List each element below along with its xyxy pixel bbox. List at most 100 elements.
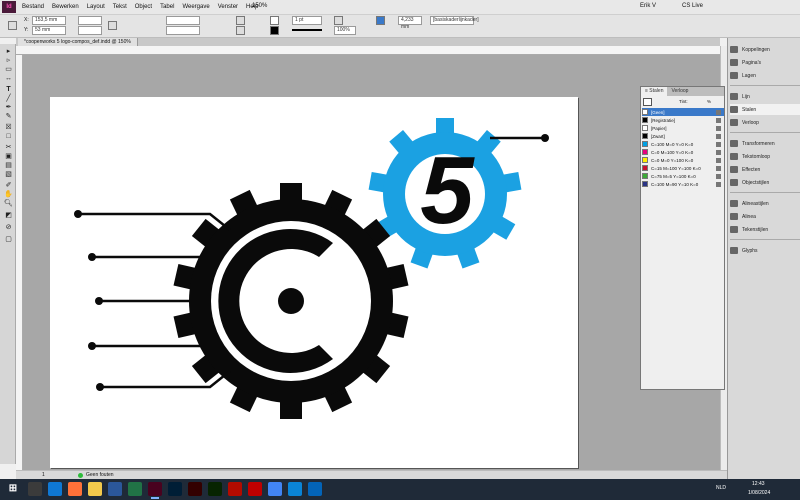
opacity-field[interactable]: 100% (334, 26, 356, 35)
logo-artwork[interactable]: 5 (50, 97, 578, 468)
gradient-tool-icon[interactable]: ▤ (4, 162, 13, 170)
word-app-icon[interactable] (108, 482, 122, 496)
dock-item-tekenstijlen[interactable]: Tekenstijlen (730, 224, 800, 235)
y-position-field[interactable]: 53 mm (32, 26, 66, 35)
input-language[interactable]: NLD (716, 485, 726, 491)
indesign-app-icon[interactable] (148, 482, 162, 499)
pencil-tool-icon[interactable]: ✎ (4, 113, 13, 121)
stroke-type-selector[interactable] (292, 29, 322, 31)
dock-item-objectstijlen[interactable]: Objectstijlen (730, 177, 800, 188)
gap-tool-icon[interactable]: ↔ (4, 75, 13, 83)
menu-layout[interactable]: Layout (87, 4, 105, 10)
constrain-proportions-icon[interactable] (108, 21, 117, 30)
scissors-tool-icon[interactable]: ✂ (4, 144, 13, 152)
pen-tool-icon[interactable]: ✒ (4, 104, 13, 112)
stroke-weight-field[interactable]: 1 pt (292, 16, 322, 25)
apply-none-icon[interactable]: ⊘ (4, 224, 13, 232)
dock-item-alineastijlen[interactable]: Alineastijlen (730, 198, 800, 209)
fill-swatch-icon[interactable] (270, 16, 279, 25)
swatch-row[interactable]: [Zwart] (642, 132, 724, 140)
horizontal-ruler[interactable] (16, 46, 720, 55)
selection-tool-icon[interactable]: ▸ (4, 48, 13, 56)
tab-stalen[interactable]: ≡ Stalen (641, 87, 668, 96)
dock-item-lagen[interactable]: Lagen (730, 70, 800, 81)
rectangle-frame-tool-icon[interactable]: ☒ (4, 124, 13, 132)
dreamweaver-app-icon[interactable] (208, 482, 222, 496)
x-position-field[interactable]: 153,5 mm (32, 16, 66, 25)
direct-selection-tool-icon[interactable]: ▹ (4, 57, 13, 65)
tint-value[interactable]: % (707, 99, 711, 104)
chrome-app-icon[interactable] (268, 482, 282, 496)
free-transform-tool-icon[interactable]: ▣ (4, 153, 13, 161)
dock-item-stalen[interactable]: Stalen (730, 104, 800, 115)
line-tool-icon[interactable]: ╱ (4, 95, 13, 103)
scale-x-field[interactable] (166, 16, 200, 25)
document-tab[interactable]: *coopenworks 5 logo-compos_def.indd @ 15… (18, 38, 138, 46)
eyedropper-tool-icon[interactable]: ✐ (4, 182, 13, 190)
swatch-row[interactable]: [Registratie] (642, 116, 724, 124)
filezilla-app-icon[interactable] (248, 482, 262, 496)
window-controls[interactable] (752, 1, 796, 13)
acrobat-app-icon[interactable] (228, 482, 242, 496)
search-app-icon[interactable] (28, 482, 42, 496)
flip-vertical-icon[interactable] (236, 26, 245, 35)
user-menu[interactable]: Erik V (640, 3, 656, 9)
stroke-swatch-icon[interactable] (270, 26, 279, 35)
swatch-row[interactable]: C=0 M=100 Y=0 K=0 (642, 148, 724, 156)
dock-item-transformeren[interactable]: Transformeren (730, 138, 800, 149)
dock-item-lijn[interactable]: Lijn (730, 91, 800, 102)
menu-venster[interactable]: Venster (218, 4, 238, 10)
fill-stroke-icon[interactable]: ◩ (4, 212, 13, 220)
flip-horizontal-icon[interactable] (236, 16, 245, 25)
start-icon[interactable]: ⊞ (6, 482, 20, 496)
tab-verloop[interactable]: Verloop (667, 87, 692, 96)
gap-width-field[interactable]: 4,233 mm (398, 16, 422, 30)
swatch-row[interactable]: C=100 M=90 Y=10 K=0 (642, 180, 724, 188)
note-tool-icon[interactable]: ▧ (4, 171, 13, 179)
swatch-row[interactable]: C=100 M=0 Y=0 K=0 (642, 140, 724, 148)
illustrator-app-icon[interactable] (188, 482, 202, 496)
page-tool-icon[interactable]: ▭ (4, 66, 13, 74)
object-style-select[interactable]: [basiskaderlijnkader] (430, 16, 479, 25)
swatch-row[interactable]: [Geen] (642, 108, 724, 116)
clock-time[interactable]: 12:43 (752, 481, 765, 487)
fitting-icon[interactable] (376, 16, 385, 25)
rectangle-tool-icon[interactable]: □ (4, 133, 13, 141)
dock-item-alinea[interactable]: Alinea (730, 211, 800, 222)
fill-stroke-swatch-icon[interactable] (643, 98, 652, 106)
dock-item-effecten[interactable]: Effecten (730, 164, 800, 175)
scale-y-field[interactable] (166, 26, 200, 35)
firefox-app-icon[interactable] (68, 482, 82, 496)
width-field[interactable] (78, 16, 102, 25)
dock-item-verloop[interactable]: Verloop (730, 117, 800, 128)
edge-app-icon[interactable] (48, 482, 62, 496)
edge2-app-icon[interactable] (288, 482, 302, 496)
dock-item-glyphs[interactable]: Glyphs (730, 245, 800, 256)
page-number-field[interactable]: 1 (42, 472, 45, 478)
preflight-status[interactable]: Geen fouten (86, 472, 114, 478)
dock-item-tekstomloop[interactable]: Tekstomloop (730, 151, 800, 162)
menu-object[interactable]: Object (135, 4, 152, 10)
height-field[interactable] (78, 26, 102, 35)
menu-bewerken[interactable]: Bewerken (52, 4, 79, 10)
outlook-app-icon[interactable] (308, 482, 322, 496)
explorer-app-icon[interactable] (88, 482, 102, 496)
reference-point-icon[interactable] (8, 21, 17, 30)
menu-weergave[interactable]: Weergave (182, 4, 209, 10)
swatch-row[interactable]: [Papier] (642, 124, 724, 132)
excel-app-icon[interactable] (128, 482, 142, 496)
swatch-row[interactable]: C=75 M=5 Y=100 K=0 (642, 172, 724, 180)
zoom-level[interactable]: 150% (252, 3, 267, 9)
hand-tool-icon[interactable]: ✋ (4, 191, 13, 199)
swatch-row[interactable]: C=15 M=100 Y=100 K=0 (642, 164, 724, 172)
dock-item-pagina-s[interactable]: Pagina's (730, 57, 800, 68)
swatch-panel-buttons[interactable] (661, 381, 711, 387)
menu-bestand[interactable]: Bestand (22, 4, 44, 10)
menu-tabel[interactable]: Tabel (160, 4, 174, 10)
zoom-tool-icon[interactable]: 🔍︎ (4, 200, 13, 208)
swatch-row[interactable]: C=0 M=0 Y=100 K=0 (642, 156, 724, 164)
photoshop-app-icon[interactable] (168, 482, 182, 496)
dock-item-koppelingen[interactable]: Koppelingen (730, 44, 800, 55)
menu-tekst[interactable]: Tekst (113, 4, 127, 10)
vertical-ruler[interactable] (16, 55, 23, 470)
